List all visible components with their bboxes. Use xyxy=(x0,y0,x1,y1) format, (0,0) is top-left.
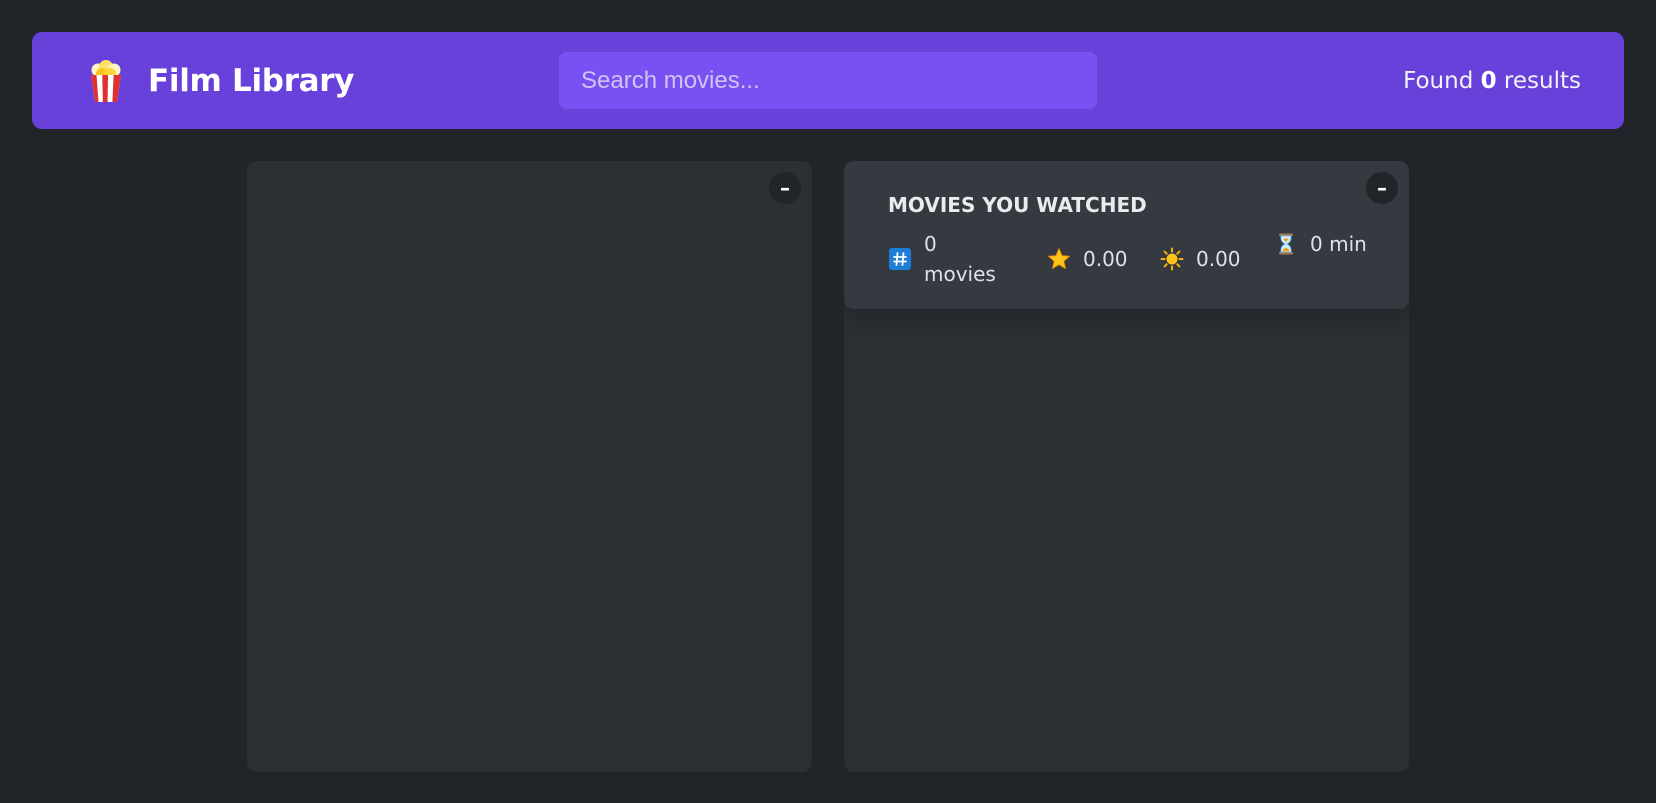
stat-runtime-text: 0 min xyxy=(1310,232,1367,256)
search-results-box: – xyxy=(247,161,812,772)
results-number: 0 xyxy=(1480,67,1497,94)
watched-summary: Movies you watched 0 movies 0.00 xyxy=(844,161,1409,309)
results-count: Found 0 results xyxy=(1403,32,1581,129)
collapse-watched-button[interactable]: – xyxy=(1366,172,1398,204)
results-suffix: results xyxy=(1496,67,1581,94)
collapse-results-button[interactable]: – xyxy=(769,172,801,204)
stat-imdb-rating: 0.00 xyxy=(1047,244,1128,274)
stat-user-rating: 0.00 xyxy=(1160,244,1241,274)
logo: Film Library xyxy=(86,32,355,129)
nav-bar: Film Library Found 0 results xyxy=(32,32,1624,129)
hourglass-icon xyxy=(1279,233,1293,255)
summary-heading: Movies you watched xyxy=(888,193,1147,217)
sun-icon xyxy=(1160,247,1184,271)
stat-num-movies-text: 0 movies xyxy=(924,232,996,286)
watched-movies-box: – Movies you watched 0 movies 0.00 xyxy=(844,161,1409,772)
stat-num-movies: 0 movies xyxy=(888,229,996,289)
star-icon xyxy=(1048,248,1070,269)
stat-imdb-rating-text: 0.00 xyxy=(1083,247,1128,271)
stat-runtime: 0 min xyxy=(1274,229,1380,259)
app-title: Film Library xyxy=(148,62,355,99)
popcorn-icon xyxy=(91,59,121,102)
search-input[interactable] xyxy=(559,52,1097,109)
results-prefix: Found xyxy=(1403,67,1481,94)
hash-icon xyxy=(889,248,911,270)
stat-user-rating-text: 0.00 xyxy=(1196,247,1241,271)
